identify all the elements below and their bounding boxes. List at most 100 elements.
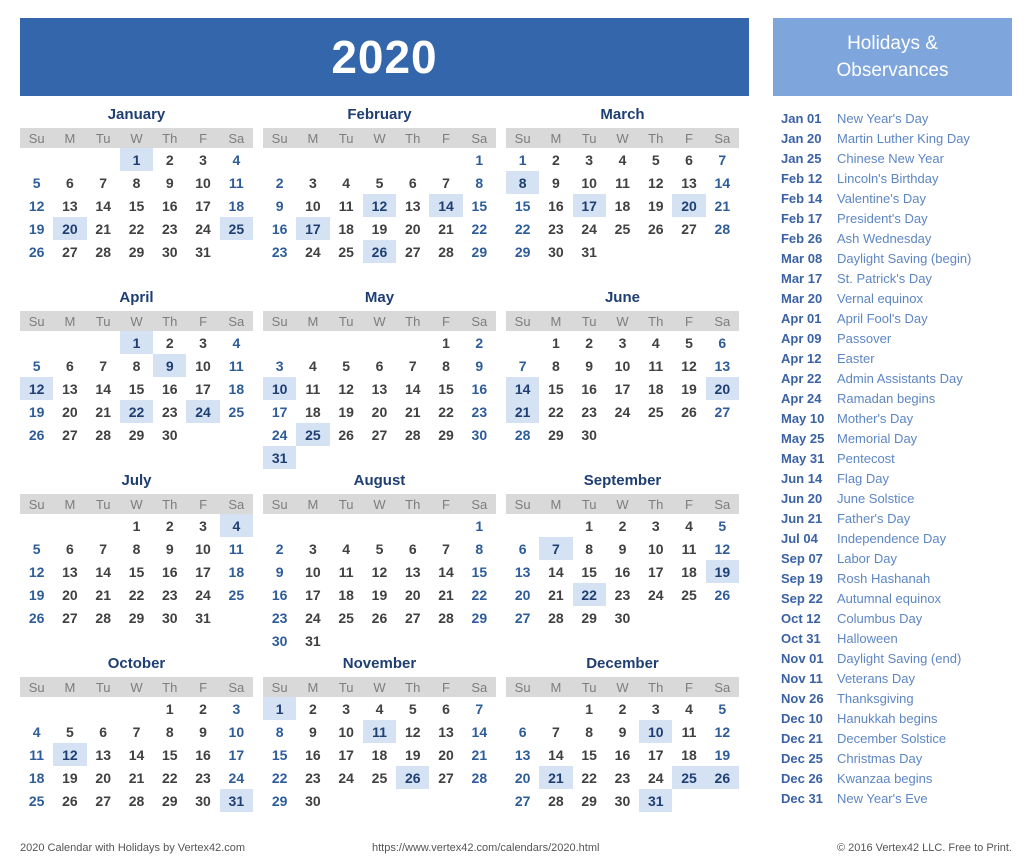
day-cell[interactable]: 28 xyxy=(429,240,462,263)
day-cell[interactable]: 22 xyxy=(153,766,186,789)
day-cell[interactable]: 1 xyxy=(506,148,539,171)
day-cell[interactable]: 25 xyxy=(220,400,253,423)
day-cell[interactable]: 5 xyxy=(20,354,53,377)
day-cell[interactable]: 10 xyxy=(330,720,363,743)
day-cell[interactable]: 14 xyxy=(539,743,572,766)
day-cell[interactable]: 4 xyxy=(606,148,639,171)
day-cell[interactable]: 28 xyxy=(429,606,462,629)
day-cell[interactable]: 10 xyxy=(220,720,253,743)
day-cell[interactable]: 26 xyxy=(330,423,363,446)
day-cell[interactable]: 3 xyxy=(330,697,363,720)
day-cell[interactable]: 20 xyxy=(53,400,86,423)
day-cell-highlighted[interactable]: 21 xyxy=(505,400,540,423)
day-cell[interactable]: 15 xyxy=(573,743,606,766)
day-cell[interactable]: 1 xyxy=(120,514,153,537)
day-cell[interactable]: 16 xyxy=(263,217,296,240)
day-cell[interactable]: 6 xyxy=(506,720,539,743)
day-cell[interactable]: 14 xyxy=(429,560,462,583)
day-cell[interactable]: 28 xyxy=(539,789,572,812)
day-cell[interactable]: 26 xyxy=(20,240,53,263)
day-cell[interactable]: 12 xyxy=(706,720,739,743)
day-cell[interactable]: 18 xyxy=(606,194,639,217)
day-cell[interactable]: 15 xyxy=(506,194,539,217)
day-cell[interactable]: 12 xyxy=(706,537,739,560)
day-cell[interactable]: 21 xyxy=(429,583,462,606)
day-cell-highlighted[interactable]: 1 xyxy=(262,697,297,720)
day-cell[interactable]: 7 xyxy=(87,354,120,377)
day-cell[interactable]: 24 xyxy=(330,766,363,789)
day-cell[interactable]: 23 xyxy=(573,400,606,423)
day-cell[interactable]: 29 xyxy=(573,606,606,629)
day-cell[interactable]: 15 xyxy=(539,377,572,400)
day-cell[interactable]: 31 xyxy=(296,629,329,652)
day-cell[interactable]: 17 xyxy=(330,743,363,766)
day-cell[interactable]: 16 xyxy=(606,560,639,583)
day-cell[interactable]: 15 xyxy=(120,377,153,400)
day-cell[interactable]: 30 xyxy=(463,423,496,446)
day-cell-highlighted[interactable]: 17 xyxy=(572,194,606,217)
day-cell[interactable]: 29 xyxy=(120,606,153,629)
day-cell[interactable]: 17 xyxy=(220,743,253,766)
day-cell-highlighted[interactable]: 4 xyxy=(219,514,253,537)
day-cell[interactable]: 23 xyxy=(606,766,639,789)
day-cell[interactable]: 23 xyxy=(263,240,296,263)
day-cell[interactable]: 2 xyxy=(539,148,572,171)
day-cell[interactable]: 18 xyxy=(330,583,363,606)
day-cell[interactable]: 24 xyxy=(186,217,219,240)
day-cell-highlighted[interactable]: 24 xyxy=(186,400,220,423)
day-cell[interactable]: 15 xyxy=(153,743,186,766)
day-cell[interactable]: 20 xyxy=(429,743,462,766)
day-cell[interactable]: 6 xyxy=(53,354,86,377)
day-cell-highlighted[interactable]: 26 xyxy=(396,766,430,789)
day-cell[interactable]: 28 xyxy=(396,423,429,446)
day-cell[interactable]: 17 xyxy=(296,583,329,606)
day-cell[interactable]: 6 xyxy=(363,354,396,377)
day-cell[interactable]: 12 xyxy=(20,560,53,583)
day-cell-highlighted[interactable]: 25 xyxy=(219,217,253,240)
day-cell[interactable]: 17 xyxy=(263,400,296,423)
day-cell[interactable]: 4 xyxy=(20,720,53,743)
day-cell-highlighted[interactable]: 22 xyxy=(119,400,154,423)
day-cell[interactable]: 15 xyxy=(573,560,606,583)
day-cell[interactable]: 27 xyxy=(53,240,86,263)
day-cell-highlighted[interactable]: 10 xyxy=(639,720,673,743)
day-cell[interactable]: 6 xyxy=(396,171,429,194)
day-cell[interactable]: 2 xyxy=(263,537,296,560)
day-cell-highlighted[interactable]: 14 xyxy=(429,194,463,217)
day-cell[interactable]: 26 xyxy=(363,606,396,629)
day-cell[interactable]: 24 xyxy=(296,606,329,629)
day-cell-highlighted[interactable]: 12 xyxy=(362,194,397,217)
day-cell[interactable]: 13 xyxy=(396,560,429,583)
day-cell[interactable]: 2 xyxy=(463,331,496,354)
day-cell[interactable]: 24 xyxy=(263,423,296,446)
day-cell-highlighted[interactable]: 31 xyxy=(262,446,297,469)
day-cell-highlighted[interactable]: 22 xyxy=(572,583,606,606)
day-cell[interactable]: 5 xyxy=(706,697,739,720)
day-cell[interactable]: 22 xyxy=(463,217,496,240)
day-cell[interactable]: 1 xyxy=(573,514,606,537)
day-cell[interactable]: 3 xyxy=(296,171,329,194)
day-cell[interactable]: 24 xyxy=(606,400,639,423)
day-cell[interactable]: 12 xyxy=(396,720,429,743)
day-cell[interactable]: 23 xyxy=(153,217,186,240)
day-cell[interactable]: 10 xyxy=(606,354,639,377)
day-cell[interactable]: 26 xyxy=(639,217,672,240)
day-cell[interactable]: 30 xyxy=(153,423,186,446)
day-cell[interactable]: 8 xyxy=(120,354,153,377)
day-cell[interactable]: 8 xyxy=(463,171,496,194)
day-cell[interactable]: 25 xyxy=(330,606,363,629)
day-cell[interactable]: 22 xyxy=(506,217,539,240)
day-cell[interactable]: 2 xyxy=(186,697,219,720)
day-cell[interactable]: 7 xyxy=(120,720,153,743)
day-cell[interactable]: 7 xyxy=(87,171,120,194)
day-cell[interactable]: 17 xyxy=(639,560,672,583)
day-cell[interactable]: 9 xyxy=(153,537,186,560)
day-cell[interactable]: 22 xyxy=(429,400,462,423)
day-cell-highlighted[interactable]: 10 xyxy=(262,377,297,400)
day-cell[interactable]: 9 xyxy=(153,171,186,194)
day-cell[interactable]: 16 xyxy=(153,377,186,400)
day-cell[interactable]: 12 xyxy=(363,560,396,583)
day-cell[interactable]: 26 xyxy=(706,583,739,606)
day-cell[interactable]: 14 xyxy=(87,377,120,400)
day-cell[interactable]: 29 xyxy=(463,240,496,263)
